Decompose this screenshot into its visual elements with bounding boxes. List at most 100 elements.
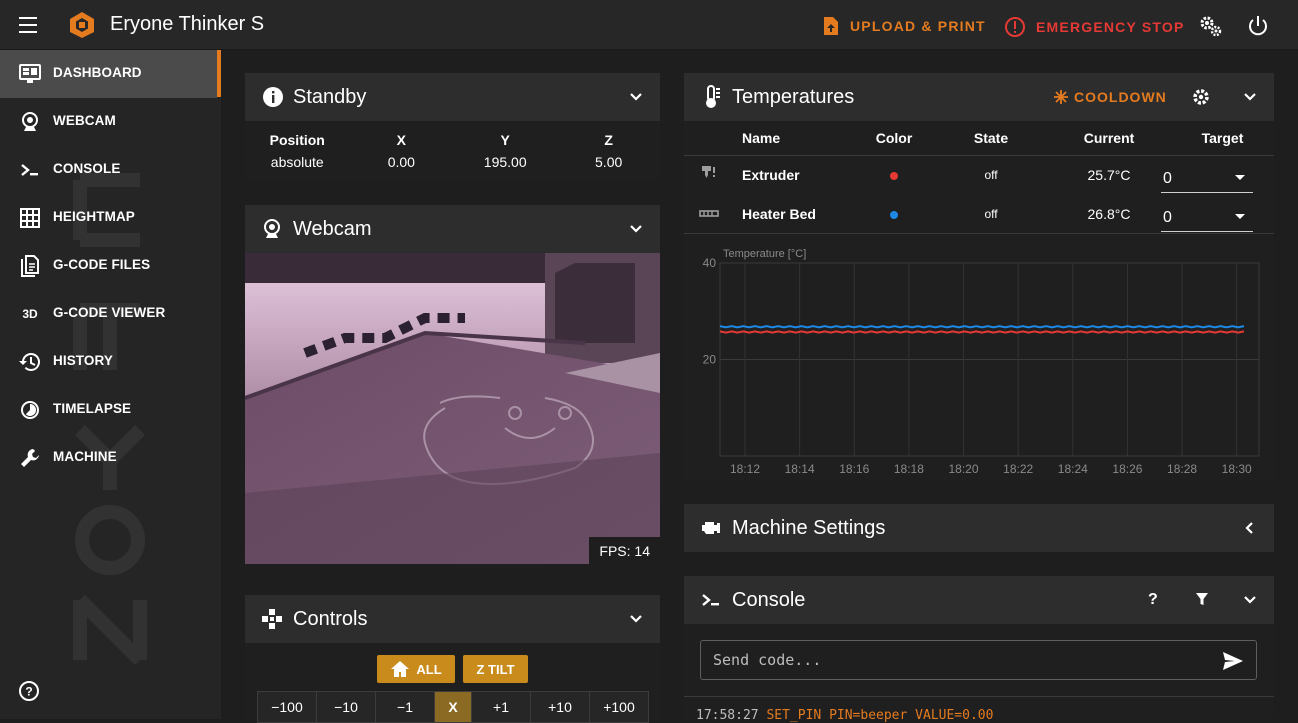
filter-icon[interactable] — [1195, 592, 1209, 606]
sidebar-item-console[interactable]: CONSOLE — [0, 146, 217, 194]
heater-state: off — [984, 167, 998, 182]
x-tick-label: 18:16 — [839, 462, 869, 476]
chevron-down-icon[interactable] — [626, 87, 646, 107]
sidebar-item-gcode-viewer[interactable]: 3D G-CODE VIEWER — [0, 290, 217, 338]
upload-print-button[interactable]: UPLOAD & PRINT — [822, 16, 986, 36]
home-all-label: ALL — [416, 661, 442, 677]
sidebar-item-gcode-files[interactable]: G-CODE FILES — [0, 242, 217, 290]
help-icon[interactable]: ? — [18, 680, 40, 702]
sidebar-item-machine[interactable]: MACHINE — [0, 434, 217, 482]
monitor-icon — [18, 62, 42, 86]
bed-target-select[interactable]: 0 — [1161, 201, 1253, 232]
menu-icon[interactable] — [16, 14, 40, 36]
panel-header: Controls — [245, 595, 660, 643]
z-tilt-label: Z TILT — [476, 661, 515, 677]
console-log-line: 17:58:27 SET_PIN PIN=beeper VALUE=0.00 — [696, 708, 993, 723]
chevron-left-icon[interactable] — [1240, 518, 1260, 538]
home-all-button[interactable]: ALL — [377, 655, 455, 683]
upload-print-label: UPLOAD & PRINT — [850, 18, 986, 34]
sidebar-item-label: MACHINE — [53, 449, 117, 464]
jog-x-plus-100[interactable]: +100 — [590, 692, 648, 722]
console-command-field — [700, 640, 1257, 680]
jog-x-plus-1[interactable]: +1 — [472, 692, 531, 722]
sidebar-item-label: G-CODE FILES — [53, 257, 151, 272]
standby-panel: Standby Position X Y Z absolute 0.00 195… — [245, 73, 660, 181]
temperatures-panel: Temperatures COOLDOWN Name Color State C… — [684, 73, 1274, 481]
sidebar-item-history[interactable]: HISTORY — [0, 338, 217, 386]
webcam-panel: Webcam FPS: 14 — [245, 205, 660, 564]
emergency-stop-button[interactable]: EMERGENCY STOP — [1004, 16, 1185, 38]
col-header: Position — [269, 132, 325, 148]
x-tick-label: 18:26 — [1112, 462, 1142, 476]
x-tick-label: 18:28 — [1167, 462, 1197, 476]
console-input[interactable] — [711, 650, 1205, 670]
temperature-chart[interactable]: Temperature [°C] 40 20 18:12 18:14 18:16 18:1… — [684, 238, 1274, 478]
x-tick-label: 18:24 — [1058, 462, 1088, 476]
fps-badge: FPS: 14 — [589, 537, 660, 564]
jog-x-minus-10[interactable]: −10 — [317, 692, 376, 722]
extruder-target-select[interactable]: 0 — [1161, 162, 1253, 193]
power-icon[interactable] — [1245, 13, 1271, 39]
help-button[interactable]: ? — [1148, 591, 1158, 609]
divider — [684, 696, 1274, 697]
sidebar-item-label: CONSOLE — [53, 161, 121, 176]
engine-icon — [702, 522, 720, 534]
col-header: X — [396, 132, 406, 148]
snowflake-icon — [1054, 90, 1068, 104]
series-color-dot[interactable] — [890, 210, 898, 219]
wrench-icon — [18, 446, 42, 470]
app-title: Eryone Thinker S — [110, 13, 265, 35]
jog-x-minus-100[interactable]: −100 — [258, 692, 317, 722]
chevron-down-icon[interactable] — [1240, 590, 1260, 610]
log-command: SET_PIN PIN=beeper VALUE=0.00 — [766, 708, 994, 723]
target-value: 0 — [1163, 209, 1172, 226]
position-x: 0.00 — [387, 154, 415, 170]
col-header: Target — [1201, 129, 1244, 146]
position-table: Position X Y Z absolute 0.00 195.00 5.00 — [245, 129, 660, 173]
send-icon[interactable] — [1222, 651, 1244, 671]
z-tilt-button[interactable]: Z TILT — [463, 655, 528, 683]
panel-title: Console — [732, 589, 806, 611]
panel-header[interactable]: Machine Settings — [684, 504, 1274, 552]
sidebar-item-webcam[interactable]: WEBCAM — [0, 98, 217, 146]
heater-bed-icon — [699, 209, 719, 217]
col-header: Name — [742, 129, 781, 146]
series-color-dot[interactable] — [890, 171, 898, 180]
panel-header: Standby — [245, 73, 660, 121]
settings-icon[interactable] — [1198, 13, 1224, 39]
emergency-stop-label: EMERGENCY STOP — [1036, 19, 1185, 35]
files-icon — [18, 254, 42, 278]
col-header: Current — [1083, 129, 1135, 146]
sidebar-item-timelapse[interactable]: TIMELAPSE — [0, 386, 217, 434]
3d-icon: 3D — [22, 307, 38, 321]
chevron-down-icon[interactable] — [1240, 87, 1260, 107]
chevron-down-icon[interactable] — [626, 219, 646, 239]
col-header: Y — [500, 132, 510, 148]
sidebar-item-heightmap[interactable]: HEIGHTMAP — [0, 194, 217, 242]
gear-icon[interactable] — [1192, 88, 1210, 106]
panel-header: Console ? — [684, 576, 1274, 624]
log-time: 17:58:27 — [696, 708, 759, 723]
logo-icon — [70, 12, 94, 38]
chevron-down-icon[interactable] — [626, 609, 646, 629]
jog-x-plus-10[interactable]: +10 — [531, 692, 590, 722]
y-tick-label: 20 — [703, 353, 717, 367]
panel-header: Webcam — [245, 205, 660, 253]
sidebar-item-label: G-CODE VIEWER — [53, 305, 166, 320]
sidebar-item-label: HISTORY — [53, 353, 113, 368]
heater-current: 25.7°C — [1087, 166, 1131, 183]
x-tick-label: 18:30 — [1222, 462, 1252, 476]
panel-title: Controls — [293, 608, 368, 630]
divider — [684, 233, 1274, 234]
sidebar-item-label: TIMELAPSE — [53, 401, 132, 416]
webcam-stream[interactable]: FPS: 14 — [245, 253, 660, 564]
heater-name: Heater Bed — [742, 205, 816, 222]
webcam-icon — [264, 219, 280, 238]
axis-x-label[interactable]: X — [435, 692, 472, 722]
jog-x-minus-1[interactable]: −1 — [376, 692, 435, 722]
series-line-extruder — [719, 330, 1245, 334]
x-tick-label: 18:14 — [785, 462, 815, 476]
cooldown-button[interactable]: COOLDOWN — [1054, 89, 1167, 105]
sidebar-item-dashboard[interactable]: DASHBOARD — [0, 50, 217, 98]
console-icon — [18, 158, 42, 182]
